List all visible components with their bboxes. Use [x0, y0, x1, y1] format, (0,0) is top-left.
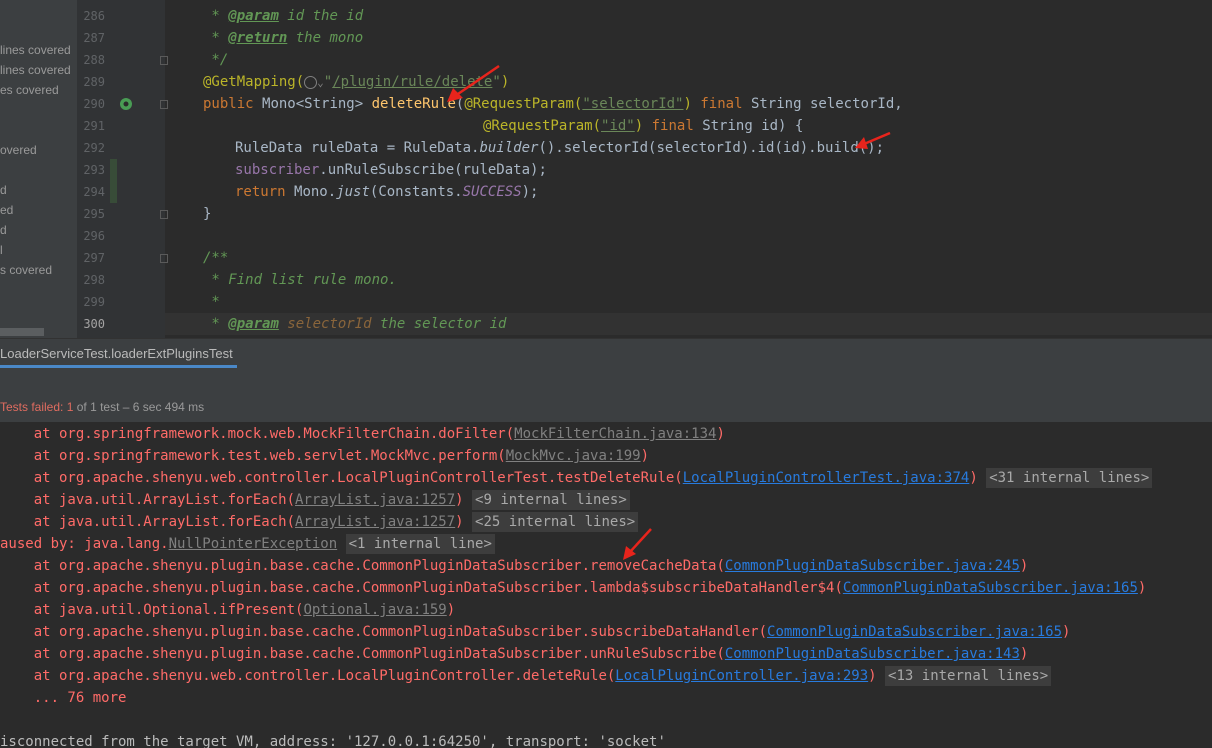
code-line-295[interactable]: }	[203, 203, 211, 225]
code-line-290[interactable]: public Mono<String> deleteRule(@RequestP…	[203, 93, 903, 115]
internal-lines-fold[interactable]: <13 internal lines>	[885, 666, 1052, 686]
internal-lines-fold[interactable]: <25 internal lines>	[472, 512, 639, 532]
code-line-286[interactable]: * @param id the id	[203, 5, 363, 27]
coverage-text: ed	[0, 203, 14, 217]
source-link[interactable]: CommonPluginDataSubscriber.java:245	[725, 558, 1020, 574]
line-number: 298	[83, 273, 105, 287]
test-status-bar: Tests failed: 1 of 1 test – 6 sec 494 ms	[0, 394, 1212, 422]
stacktrace-line: at java.util.ArrayList.forEach(ArrayList…	[0, 489, 630, 511]
source-link[interactable]: Optional.java:159	[303, 602, 446, 618]
line-number: 299	[83, 295, 105, 309]
line-number: 292	[83, 141, 105, 155]
stacktrace-line: at org.apache.shenyu.plugin.base.cache.C…	[0, 624, 1071, 640]
annotation-arrow-icon	[447, 64, 500, 102]
stacktrace-line: at java.util.ArrayList.forEach(ArrayList…	[0, 511, 639, 533]
run-toolwindow-header: LoaderServiceTest.loaderExtPluginsTest	[0, 338, 1212, 368]
run-gutter-icon[interactable]	[119, 97, 133, 111]
stacktrace-line: at org.apache.shenyu.web.controller.Loca…	[0, 467, 1153, 489]
exception-link[interactable]: NullPointerException	[169, 536, 338, 552]
run-tab[interactable]: LoaderServiceTest.loaderExtPluginsTest	[0, 339, 237, 368]
annotation-arrow-icon	[855, 131, 891, 149]
stacktrace-line: at java.util.Optional.ifPresent(Optional…	[0, 602, 456, 618]
code-line-287[interactable]: * @return the mono	[203, 27, 363, 49]
code-line-298[interactable]: * Find list rule mono.	[203, 269, 396, 291]
console-output[interactable]: at org.springframework.mock.web.MockFilt…	[0, 422, 1212, 748]
test-status: Tests failed: 1 of 1 test – 6 sec 494 ms	[0, 400, 205, 414]
coverage-text: es covered	[0, 83, 59, 97]
globe-icon[interactable]	[304, 75, 318, 89]
run-toolbar	[0, 368, 1212, 394]
code-line-294[interactable]: return Mono.just(Constants.SUCCESS);	[235, 181, 538, 203]
fold-marker-icon[interactable]	[160, 100, 168, 109]
code-editor[interactable]: lines covered lines covered es covered o…	[0, 0, 1212, 338]
source-link[interactable]: MockMvc.java:199	[506, 448, 641, 464]
code-line-300[interactable]: * @param selectorId the selector id	[203, 313, 506, 335]
source-link[interactable]: ArrayList.java:1257	[295, 514, 455, 530]
vcs-change-marker[interactable]	[110, 159, 117, 203]
fold-marker-icon[interactable]	[160, 254, 168, 263]
coverage-text: d	[0, 183, 7, 197]
annotation-arrow-icon	[623, 528, 652, 560]
line-number: 290	[83, 97, 105, 111]
stacktrace-more: ... 76 more	[0, 690, 127, 706]
source-link[interactable]: LocalPluginController.java:293	[615, 668, 868, 684]
line-number: 293	[83, 163, 105, 177]
internal-lines-fold[interactable]: <31 internal lines>	[986, 468, 1153, 488]
coverage-text: d	[0, 223, 7, 237]
coverage-text: s covered	[0, 263, 53, 277]
line-number: 289	[83, 75, 105, 89]
line-number: 300	[83, 317, 105, 331]
line-number: 287	[83, 31, 105, 45]
coverage-text: lines covered	[0, 63, 71, 77]
stacktrace-line: at org.apache.shenyu.web.controller.Loca…	[0, 665, 1052, 687]
line-number: 291	[83, 119, 105, 133]
stacktrace-caused-by: aused by: java.lang.NullPointerException…	[0, 533, 495, 555]
coverage-text: overed	[0, 143, 37, 157]
source-link[interactable]: ArrayList.java:1257	[295, 492, 455, 508]
stacktrace-line: at org.springframework.mock.web.MockFilt…	[0, 426, 725, 442]
coverage-text: l	[0, 243, 3, 257]
code-line-293[interactable]: subscriber.unRuleSubscribe(ruleData);	[235, 159, 547, 181]
coverage-scrollbar[interactable]	[0, 328, 44, 336]
coverage-panel: lines covered lines covered es covered o…	[0, 0, 77, 338]
stacktrace-line: at org.apache.shenyu.plugin.base.cache.C…	[0, 558, 1029, 574]
code-line-288[interactable]: */	[203, 49, 228, 71]
code-line-297[interactable]: /**	[203, 247, 228, 269]
line-number: 288	[83, 53, 105, 67]
stacktrace-line: at org.springframework.test.web.servlet.…	[0, 448, 650, 464]
source-link[interactable]: CommonPluginDataSubscriber.java:143	[725, 646, 1020, 662]
code-line-299[interactable]: *	[203, 291, 219, 313]
code-line-292[interactable]: RuleData ruleData = RuleData.builder().s…	[235, 137, 884, 159]
line-number: 294	[83, 185, 105, 199]
line-number: 297	[83, 251, 105, 265]
stacktrace-line: at org.apache.shenyu.plugin.base.cache.C…	[0, 646, 1029, 662]
fold-marker-icon[interactable]	[160, 56, 168, 65]
stacktrace-line: at org.apache.shenyu.plugin.base.cache.C…	[0, 580, 1147, 596]
line-number: 296	[83, 229, 105, 243]
source-link[interactable]: MockFilterChain.java:134	[514, 426, 716, 442]
disconnect-message: isconnected from the target VM, address:…	[0, 734, 666, 748]
source-link[interactable]: LocalPluginControllerTest.java:374	[683, 470, 970, 486]
source-link[interactable]: CommonPluginDataSubscriber.java:165	[767, 624, 1062, 640]
line-number: 295	[83, 207, 105, 221]
source-link[interactable]: CommonPluginDataSubscriber.java:165	[843, 580, 1138, 596]
internal-lines-fold[interactable]: <9 internal lines>	[472, 490, 630, 510]
internal-lines-fold[interactable]: <1 internal line>	[345, 534, 495, 554]
fold-marker-icon[interactable]	[160, 210, 168, 219]
code-line-291[interactable]: @RequestParam("id") final String id) {	[483, 115, 803, 137]
line-number: 286	[83, 9, 105, 23]
coverage-text: lines covered	[0, 43, 71, 57]
